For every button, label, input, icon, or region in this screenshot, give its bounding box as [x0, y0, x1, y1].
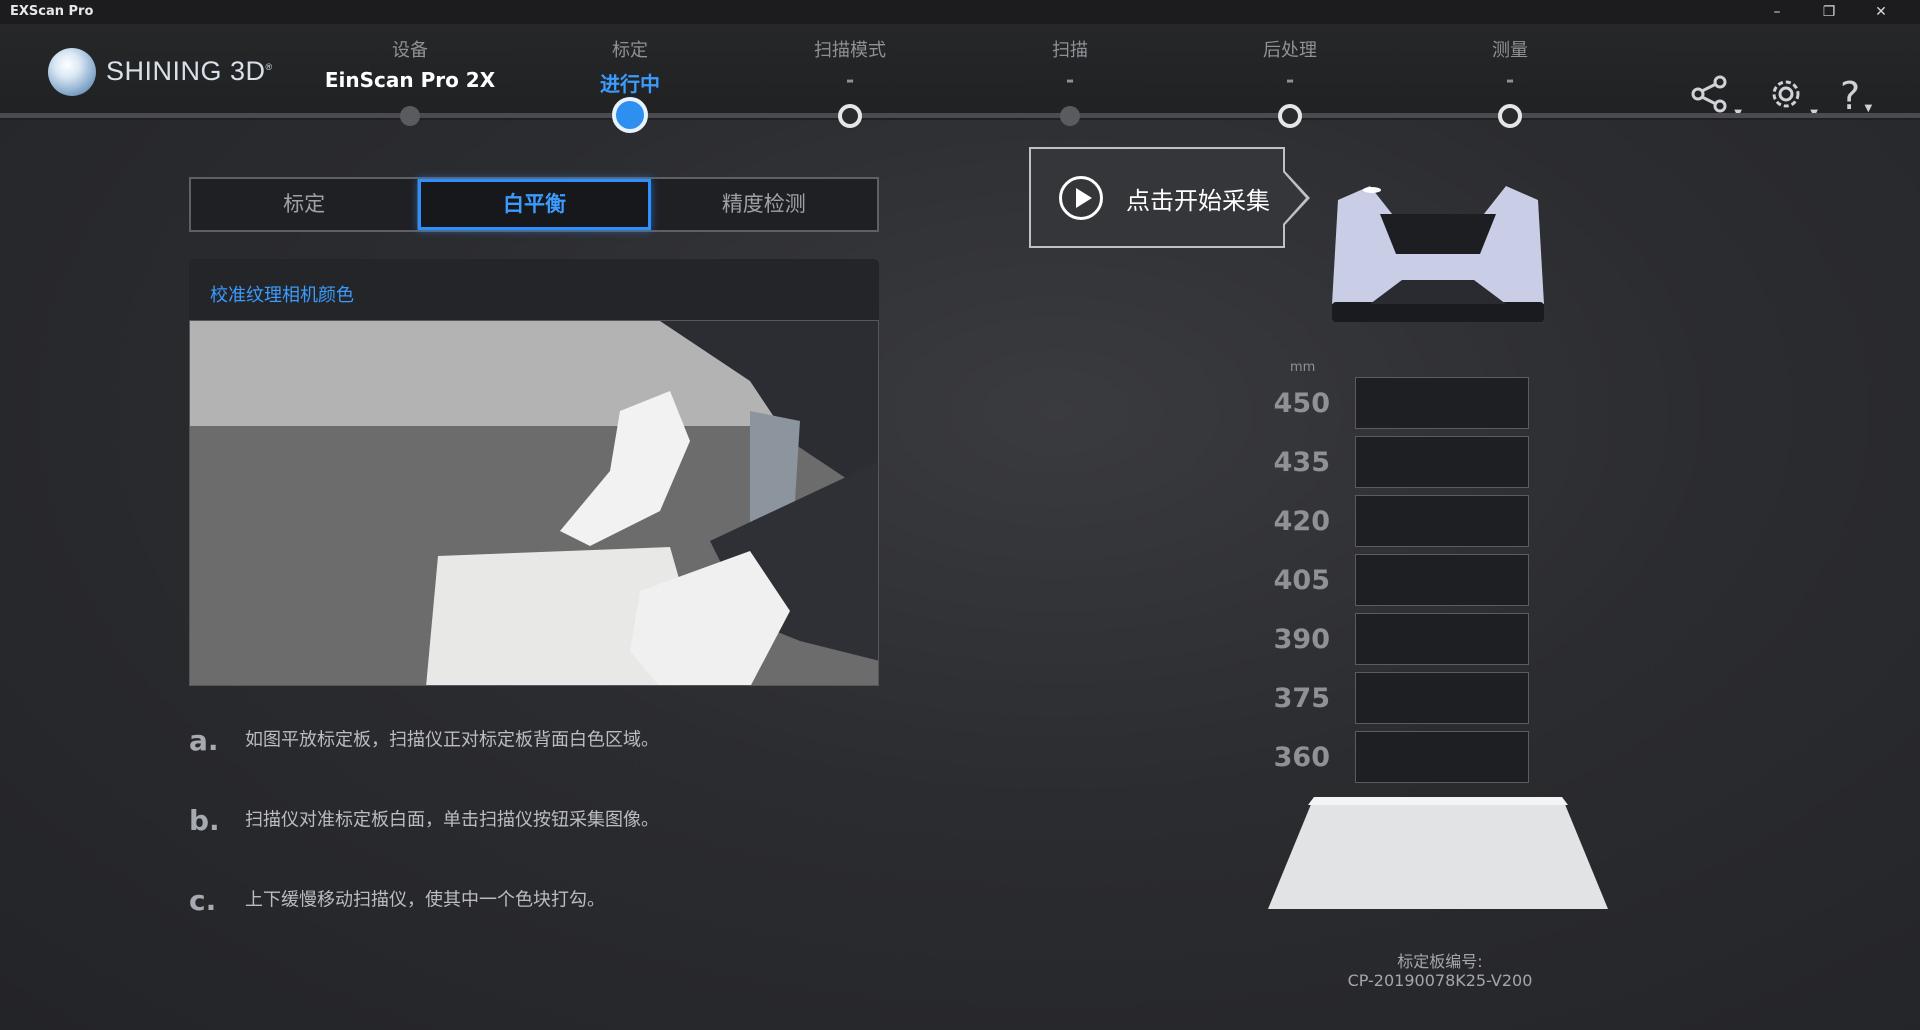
step-post-processing[interactable]: 后处理 - [1190, 36, 1390, 92]
step-value: - [1505, 68, 1515, 92]
distance-slot-420 [1355, 495, 1529, 547]
minimize-icon[interactable]: – [1752, 0, 1802, 24]
panel-title: 校准纹理相机颜色 [210, 285, 354, 306]
calibration-tabs: 标定 白平衡 精度检测 [189, 177, 879, 232]
restore-icon[interactable]: ❐ [1804, 0, 1854, 24]
step-calibration[interactable]: 标定 进行中 [530, 36, 730, 97]
step-label: 设备 [392, 40, 428, 61]
distance-slot-405 [1355, 554, 1529, 606]
distance-label: 375 [1273, 683, 1330, 714]
instruction-marker: b. [189, 804, 220, 837]
step-scan-mode[interactable]: 扫描模式 - [750, 36, 950, 92]
instruction-b: b. 扫描仪对准标定板白面，单击扫描仪按钮采集图像。 [189, 804, 659, 837]
step-value: - [1285, 68, 1295, 92]
start-capture-button[interactable]: 点击开始采集 [1029, 147, 1310, 248]
help-icon[interactable]: ? ▼ [1840, 74, 1872, 118]
step-value: EinScan Pro 2X [324, 68, 496, 92]
instruction-marker: a. [189, 724, 219, 757]
distance-label: 420 [1273, 506, 1330, 537]
distance-label: 405 [1273, 565, 1330, 596]
step-device[interactable]: 设备 EinScan Pro 2X [310, 36, 510, 92]
distance-slot-360 [1355, 731, 1529, 783]
step-dot-calibration-current [612, 97, 648, 133]
close-icon[interactable]: ✕ [1856, 0, 1906, 24]
instruction-c: c. 上下缓慢移动扫描仪，使其中一个色块打勾。 [189, 884, 605, 917]
distance-slot-450 [1355, 377, 1529, 429]
panel-header: 校准纹理相机颜色 [189, 259, 879, 321]
distance-slot-375 [1355, 672, 1529, 724]
tab-accuracy-check[interactable]: 精度检测 [651, 179, 877, 230]
step-dot-post-processing [1278, 104, 1302, 128]
brand-name: SHINING 3D® [106, 56, 273, 86]
instruction-a: a. 如图平放标定板，扫描仪正对标定板背面白色区域。 [189, 724, 659, 757]
distance-unit: mm [1290, 360, 1316, 375]
step-value: 进行中 [600, 72, 660, 96]
distance-label: 435 [1273, 447, 1330, 478]
brand-text: SHINING 3D [106, 56, 266, 86]
step-value: - [845, 68, 855, 92]
distance-label: 360 [1273, 742, 1330, 773]
instruction-text: 如图平放标定板，扫描仪正对标定板背面白色区域。 [245, 729, 659, 751]
step-scan[interactable]: 扫描 - [970, 36, 1170, 92]
board-label: 标定板编号: [1397, 952, 1483, 971]
instruction-text: 扫描仪对准标定板白面，单击扫描仪按钮采集图像。 [245, 809, 659, 831]
distance-slot-390 [1355, 613, 1529, 665]
window-title: EXScan Pro [10, 4, 94, 19]
step-value: - [1065, 68, 1075, 92]
instruction-video[interactable] [189, 320, 879, 686]
board-id: CP-20190078K25-V200 [1347, 971, 1533, 990]
tab-calibration[interactable]: 标定 [191, 179, 419, 230]
tab-white-balance[interactable]: 白平衡 [418, 179, 651, 230]
instruction-text: 上下缓慢移动扫描仪，使其中一个色块打勾。 [245, 889, 605, 911]
step-label: 扫描 [1052, 40, 1088, 61]
title-bar: EXScan Pro – ❐ ✕ [0, 0, 1920, 24]
step-label: 后处理 [1263, 40, 1317, 61]
step-measurement[interactable]: 测量 - [1410, 36, 1610, 92]
progress-track [0, 113, 1920, 118]
step-dot-device [400, 106, 420, 126]
instruction-marker: c. [189, 884, 217, 917]
shining3d-logo-icon [48, 48, 96, 96]
scanner-device-icon [1330, 184, 1546, 330]
step-dot-measurement [1498, 104, 1522, 128]
wizard-header: SHINING 3D® 设备 EinScan Pro 2X 标定 进行中 扫描模… [0, 24, 1920, 120]
distance-slot-435 [1355, 436, 1529, 488]
step-dot-scan [1060, 106, 1080, 126]
start-capture-label: 点击开始采集 [1126, 187, 1270, 215]
play-icon [1059, 176, 1103, 220]
step-label: 扫描模式 [814, 40, 886, 61]
step-label: 测量 [1492, 40, 1528, 61]
calibration-board-image [1268, 797, 1608, 909]
step-dot-scan-mode [838, 104, 862, 128]
distance-label: 390 [1273, 624, 1330, 655]
distance-label: 450 [1273, 388, 1330, 419]
step-label: 标定 [612, 40, 648, 61]
callout-arrow-inner [1283, 172, 1306, 224]
